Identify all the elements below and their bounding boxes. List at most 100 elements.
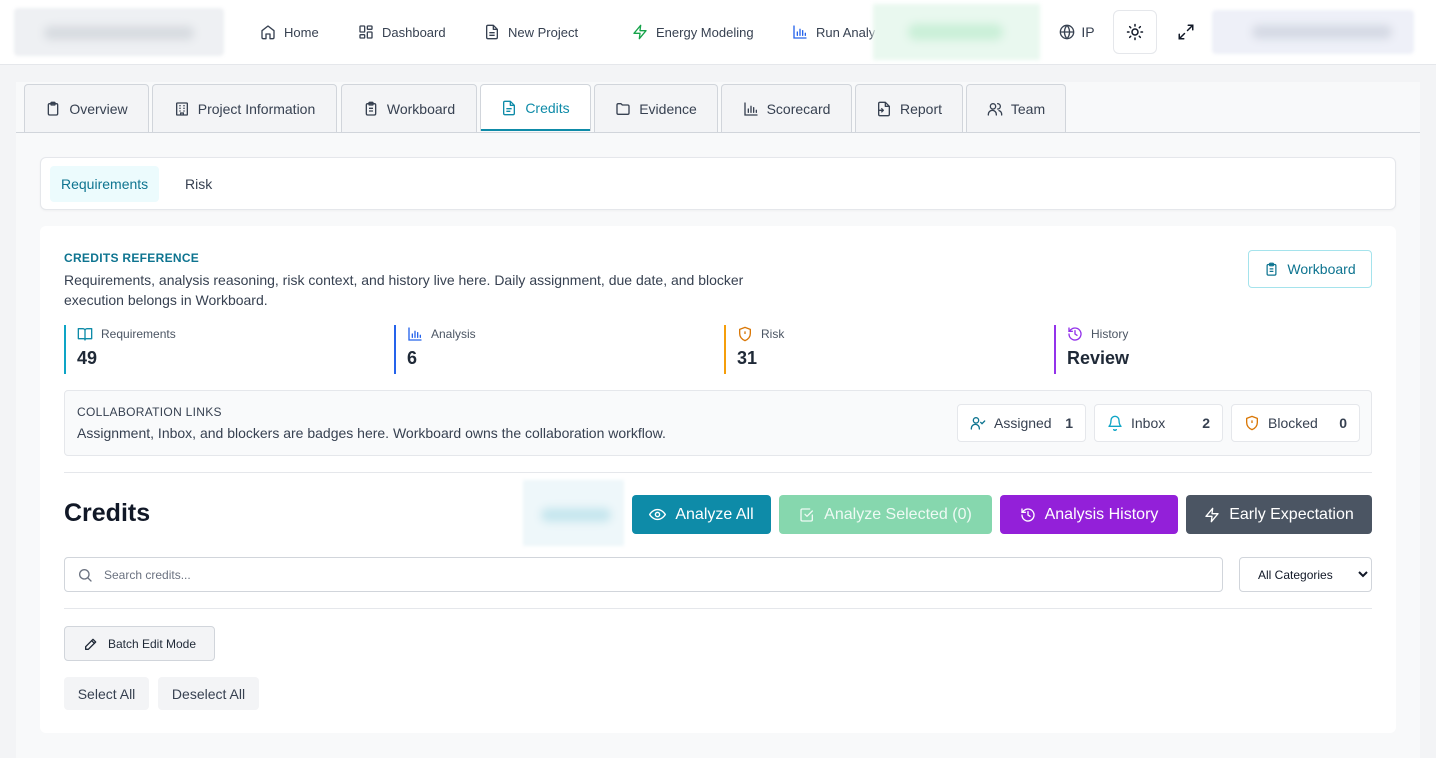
tab-team-label: Team: [1010, 100, 1046, 117]
nav-hidden-item[interactable]: [873, 4, 1040, 60]
subtab-risk[interactable]: Risk: [174, 166, 223, 202]
tab-credits-label: Credits: [525, 100, 570, 116]
stat-value: 31: [737, 348, 758, 368]
analyze-selected-label: Analyze Selected (0): [824, 505, 972, 523]
tab-overview-label: Overview: [69, 100, 128, 117]
document-icon: [501, 100, 517, 116]
stat-analysis[interactable]: Analysis 6: [394, 325, 714, 374]
tab-evidence-label: Evidence: [639, 100, 697, 117]
top-navigation: Home Dashboard New Project Energy Modeli…: [0, 0, 1436, 65]
stat-risk[interactable]: Risk 31: [724, 325, 1044, 374]
bell-icon: [1107, 415, 1123, 431]
inbox-badge[interactable]: Inbox 2: [1094, 404, 1223, 442]
stat-label: Analysis: [431, 327, 476, 341]
tab-report[interactable]: Report: [855, 84, 963, 132]
collaboration-description: Assignment, Inbox, and blockers are badg…: [77, 425, 666, 441]
tab-scorecard-label: Scorecard: [766, 100, 831, 117]
stat-accent-bar: [1054, 325, 1056, 374]
history-icon: [1067, 326, 1083, 342]
tab-project-information[interactable]: Project Information: [152, 84, 337, 132]
sun-icon: [1126, 23, 1144, 41]
stat-accent-bar: [724, 325, 726, 374]
analysis-history-button[interactable]: Analysis History: [1000, 495, 1178, 534]
open-workboard-label: Workboard: [1287, 261, 1356, 277]
search-credits-input[interactable]: [104, 567, 1204, 582]
section-divider: [64, 608, 1372, 609]
tab-workboard[interactable]: Workboard: [341, 84, 477, 132]
stat-label: Risk: [761, 327, 785, 341]
theme-toggle-button[interactable]: [1113, 10, 1157, 54]
credits-reference-eyebrow: CREDITS REFERENCE: [64, 251, 200, 265]
nav-energy-modeling-label: Energy Modeling: [656, 24, 754, 40]
unit-toggle-button[interactable]: IP: [1048, 12, 1106, 52]
bar-chart-icon: [407, 326, 423, 342]
dashboard-icon: [358, 24, 374, 40]
stat-accent-bar: [394, 325, 396, 374]
tabs-divider: [16, 132, 1420, 133]
blocked-badge[interactable]: Blocked 0: [1231, 404, 1360, 442]
deselect-all-button[interactable]: Deselect All: [158, 677, 259, 710]
category-filter-select[interactable]: All Categories: [1239, 557, 1372, 592]
stat-value: 49: [77, 348, 98, 368]
eye-icon: [649, 506, 667, 523]
badge-label: Assigned: [994, 415, 1052, 431]
collaboration-eyebrow: COLLABORATION LINKS: [77, 405, 222, 419]
nav-home[interactable]: Home: [260, 18, 319, 46]
unit-label: IP: [1081, 24, 1095, 40]
analyze-all-button[interactable]: Analyze All: [632, 495, 771, 534]
tab-credits[interactable]: Credits: [480, 84, 591, 131]
history-icon: [1020, 507, 1036, 523]
fullscreen-button[interactable]: [1165, 12, 1207, 52]
nav-dashboard-label: Dashboard: [382, 24, 446, 40]
tab-report-label: Report: [899, 100, 943, 117]
clipboard-icon: [45, 101, 61, 117]
nav-run-analysis[interactable]: Run Analy: [792, 18, 875, 46]
search-icon: [77, 567, 93, 583]
clipboard-list-icon: [363, 101, 379, 117]
nav-energy-modeling[interactable]: Energy Modeling: [632, 18, 754, 46]
tab-evidence[interactable]: Evidence: [594, 84, 718, 132]
checkbox-icon: [799, 507, 815, 523]
credits-subtabs: Requirements Risk: [40, 157, 1396, 210]
badge-count: 2: [1202, 415, 1210, 431]
report-icon: [876, 101, 892, 117]
section-divider: [64, 472, 1372, 473]
user-check-icon: [970, 415, 986, 431]
tab-workboard-label: Workboard: [386, 100, 456, 117]
stat-value: 6: [407, 348, 418, 368]
stat-requirements[interactable]: Requirements 49: [64, 325, 384, 374]
stat-label: Requirements: [101, 327, 176, 341]
user-menu[interactable]: [1212, 10, 1414, 54]
credits-reference-description: Requirements, analysis reasoning, risk c…: [64, 272, 744, 308]
bolt-icon: [1204, 507, 1220, 523]
select-all-button[interactable]: Select All: [64, 677, 149, 710]
tab-team[interactable]: Team: [966, 84, 1066, 132]
credits-search-box: [64, 557, 1223, 592]
stat-history[interactable]: History Review: [1054, 325, 1372, 374]
globe-icon: [1059, 24, 1075, 40]
nav-home-label: Home: [284, 24, 319, 40]
chart-icon: [792, 24, 808, 40]
tab-scorecard[interactable]: Scorecard: [721, 84, 852, 132]
building-icon: [174, 101, 190, 117]
early-expectation-button[interactable]: Early Expectation: [1186, 495, 1372, 534]
tab-overview[interactable]: Overview: [24, 84, 149, 132]
book-icon: [77, 326, 93, 342]
subtab-requirements[interactable]: Requirements: [50, 166, 160, 202]
nav-new-project[interactable]: New Project: [484, 18, 578, 46]
clipboard-list-icon: [1264, 262, 1279, 277]
open-workboard-button[interactable]: Workboard: [1248, 250, 1372, 288]
batch-edit-label: Batch Edit Mode: [107, 636, 197, 651]
hidden-action-button[interactable]: [523, 480, 624, 546]
app-logo[interactable]: [14, 8, 224, 56]
expand-icon: [1177, 23, 1195, 41]
badge-count: 1: [1065, 415, 1073, 431]
nav-run-analysis-label: Run Analy: [816, 24, 876, 40]
assigned-badge[interactable]: Assigned 1: [957, 404, 1086, 442]
folder-icon: [615, 101, 631, 117]
nav-dashboard[interactable]: Dashboard: [358, 18, 446, 46]
badge-label: Inbox: [1131, 415, 1166, 431]
analyze-selected-button[interactable]: Analyze Selected (0): [779, 495, 992, 534]
stat-value: Review: [1067, 348, 1130, 368]
batch-edit-mode-button[interactable]: Batch Edit Mode: [64, 626, 215, 661]
